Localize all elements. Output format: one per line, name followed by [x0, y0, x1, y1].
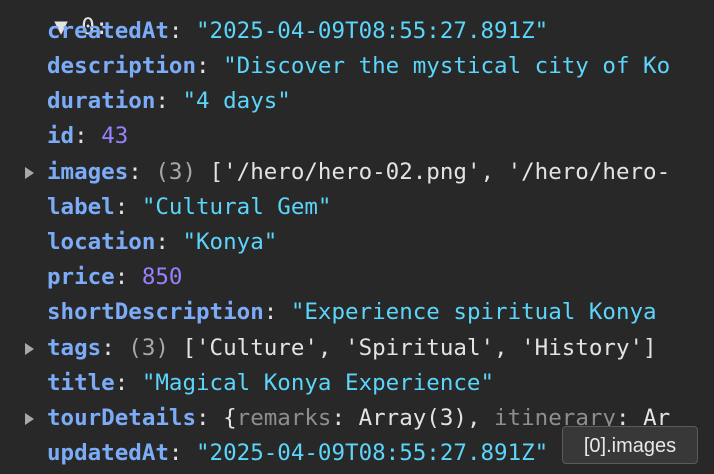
property-value: "Discover the mystical city of Ko [223, 53, 671, 79]
property-row-label: label: "Cultural Gem" [47, 194, 332, 220]
property-row-createdAt: createdAt: "2025-04-09T08:55:27.891Z" [47, 18, 549, 44]
property-key: title [47, 370, 115, 396]
property-value: "Magical Konya Experience" [141, 370, 495, 396]
property-row-title: title: "Magical Konya Experience" [47, 370, 495, 396]
devtools-console: ▼ 0: createdAt: "2025-04-09T08:55:27.891… [0, 0, 714, 474]
property-row-duration: duration: "4 days" [47, 88, 291, 114]
expand-triangle-icon[interactable] [22, 331, 36, 366]
property-row-description: description: "Discover the mystical city… [47, 53, 671, 79]
property-key: label [47, 194, 115, 220]
property-value: "2025-04-09T08:55:27.891Z" [196, 440, 549, 466]
property-path-tooltip: [0].images [562, 426, 698, 464]
property-row-price: price: 850 [47, 264, 183, 290]
array-preview: ['/hero/hero-02.png', '/hero/hero- [209, 159, 671, 185]
property-row-id: id: 43 [47, 123, 129, 149]
property-key: shortDescription [47, 299, 264, 325]
property-value: "4 days" [182, 88, 291, 114]
object-open-brace: { [223, 405, 237, 431]
property-row-images[interactable]: images: (3) ['/hero/hero-02.png', '/hero… [0, 155, 714, 190]
property-row-tags[interactable]: tags: (3) ['Culture', 'Spiritual', 'Hist… [0, 331, 714, 366]
property-key: price [47, 264, 115, 290]
property-value: "Konya" [182, 229, 278, 255]
property-value: "Experience spiritual Konya [290, 299, 657, 325]
property-key: duration [47, 88, 156, 114]
array-count: (3) [155, 159, 197, 185]
array-count: (3) [128, 335, 169, 361]
expand-triangle-icon[interactable] [22, 155, 36, 190]
property-row-location: location: "Konya" [47, 229, 278, 255]
property-value: "2025-04-09T08:55:27.891Z" [196, 18, 549, 44]
object-preview-key: remarks [236, 405, 332, 431]
object-preview-value: Array(3) [358, 405, 467, 431]
property-value: "Cultural Gem" [141, 194, 332, 220]
expand-triangle-icon[interactable] [22, 401, 36, 436]
property-key: tourDetails [47, 405, 197, 431]
property-value: 850 [141, 264, 183, 290]
property-key: tags [47, 335, 102, 361]
property-value: 43 [101, 123, 129, 149]
property-row-shortDescription: shortDescription: "Experience spiritual … [47, 299, 657, 325]
property-key: id [47, 123, 75, 149]
property-key: images [47, 159, 129, 185]
property-key: createdAt [47, 18, 169, 44]
property-key: updatedAt [47, 440, 169, 466]
property-key: description [47, 53, 197, 79]
array-preview: ['Culture', 'Spiritual', 'History'] [182, 335, 657, 361]
object-header[interactable]: ▼ 0: [0, 0, 108, 40]
property-key: location [47, 229, 156, 255]
